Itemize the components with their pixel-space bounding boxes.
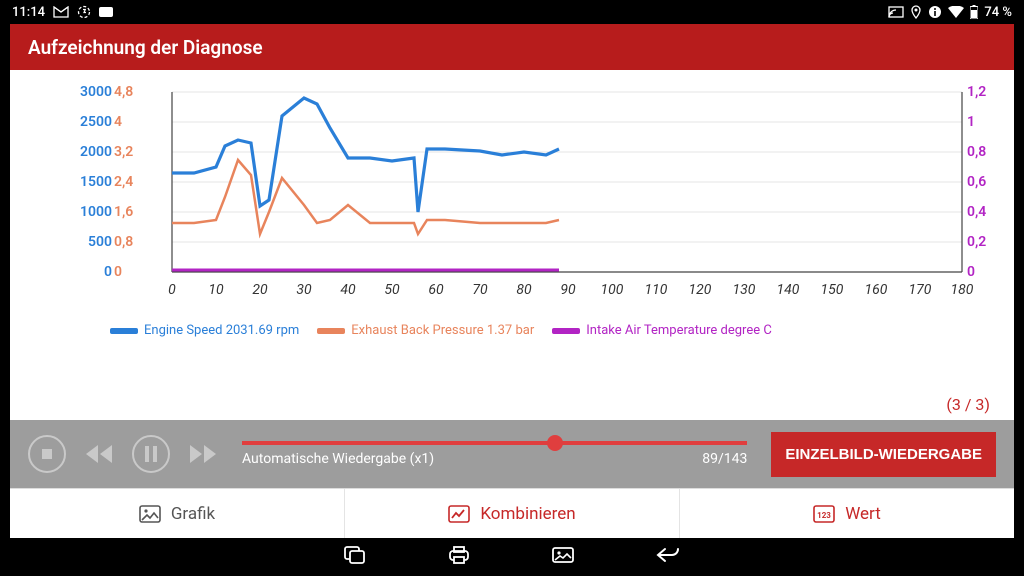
location-icon xyxy=(910,5,922,19)
chart-line-icon xyxy=(448,505,470,523)
svg-text:4: 4 xyxy=(114,114,122,130)
cast-icon xyxy=(888,6,904,18)
rec-icon xyxy=(99,7,113,17)
view-tabs: Grafik Kombinieren 123 Wert xyxy=(10,488,1014,538)
svg-text:130: 130 xyxy=(733,282,756,298)
battery-icon xyxy=(970,5,978,19)
svg-text:90: 90 xyxy=(560,282,576,298)
legend-item-exhaust-pressure: Exhaust Back Pressure 1.37 bar xyxy=(317,323,534,338)
svg-text:0: 0 xyxy=(114,264,122,280)
gmail-icon xyxy=(53,6,69,18)
svg-text:0,4: 0,4 xyxy=(967,204,986,220)
svg-text:1,6: 1,6 xyxy=(114,204,133,220)
svg-text:170: 170 xyxy=(909,282,932,298)
svg-text:4,8: 4,8 xyxy=(114,84,133,100)
frame-position: 89/143 xyxy=(702,451,747,467)
status-battery-pct: 74 % xyxy=(984,5,1012,20)
svg-text:0: 0 xyxy=(104,264,112,280)
gallery-icon[interactable] xyxy=(551,546,575,568)
playback-mode-label: Automatische Wiedergabe (x1) xyxy=(242,451,434,467)
wifi-icon xyxy=(948,6,964,18)
app-window: Aufzeichnung der Diagnose 3000 2 xyxy=(10,24,1014,538)
legend-swatch-orange xyxy=(317,328,345,334)
legend-swatch-blue xyxy=(110,328,138,334)
image-icon xyxy=(139,505,161,523)
rewind-button[interactable] xyxy=(84,443,114,465)
single-frame-playback-button[interactable]: EINZELBILD-WIEDERGABE xyxy=(771,432,996,477)
svg-text:10: 10 xyxy=(208,282,224,298)
tab-value[interactable]: 123 Wert xyxy=(680,489,1014,538)
svg-text:123: 123 xyxy=(817,511,831,520)
svg-text:60: 60 xyxy=(428,282,444,298)
svg-text:20: 20 xyxy=(252,282,268,298)
seek-slider[interactable]: Automatische Wiedergabe (x1) 89/143 xyxy=(236,441,753,467)
svg-text:40: 40 xyxy=(340,282,356,298)
legend-swatch-purple xyxy=(552,328,580,334)
svg-text:0,8: 0,8 xyxy=(114,234,133,250)
svg-text:30: 30 xyxy=(296,282,312,298)
pause-button[interactable] xyxy=(132,435,170,473)
svg-text:0,2: 0,2 xyxy=(967,234,986,250)
svg-text:3000: 3000 xyxy=(80,84,112,100)
playback-controls: Automatische Wiedergabe (x1) 89/143 EINZ… xyxy=(10,420,1014,488)
chart-legend: Engine Speed 2031.69 rpm Exhaust Back Pr… xyxy=(30,317,994,338)
status-time: 11:14 xyxy=(12,5,45,20)
back-icon[interactable] xyxy=(655,546,681,568)
forward-button[interactable] xyxy=(188,443,218,465)
page-title: Aufzeichnung der Diagnose xyxy=(28,36,263,59)
svg-text:70: 70 xyxy=(472,282,488,298)
svg-text:140: 140 xyxy=(777,282,800,298)
svg-text:50: 50 xyxy=(384,282,400,298)
svg-text:1000: 1000 xyxy=(80,204,112,220)
print-icon[interactable] xyxy=(447,545,471,569)
tab-combine[interactable]: Kombinieren xyxy=(345,489,680,538)
svg-text:110: 110 xyxy=(645,282,668,298)
svg-text:500: 500 xyxy=(88,234,112,250)
sync-icon xyxy=(77,5,91,19)
tab-value-label: Wert xyxy=(845,504,881,524)
svg-text:0: 0 xyxy=(168,282,176,298)
svg-text:150: 150 xyxy=(821,282,844,298)
svg-text:1: 1 xyxy=(967,114,975,130)
svg-text:3,2: 3,2 xyxy=(114,144,133,160)
svg-text:1,2: 1,2 xyxy=(967,84,986,100)
svg-text:0,6: 0,6 xyxy=(967,174,986,190)
seek-knob[interactable] xyxy=(547,435,563,451)
svg-text:160: 160 xyxy=(865,282,888,298)
svg-text:2000: 2000 xyxy=(80,144,112,160)
legend-item-intake-air-temp: Intake Air Temperature degree C xyxy=(552,323,772,338)
stop-button[interactable] xyxy=(28,435,66,473)
svg-text:0,8: 0,8 xyxy=(967,144,986,160)
chart-svg: 3000 2500 2000 1500 1000 500 0 4,8 4 3,2… xyxy=(30,82,994,317)
svg-text:180: 180 xyxy=(951,282,974,298)
legend-item-engine-speed: Engine Speed 2031.69 rpm xyxy=(110,323,299,338)
android-status-bar: 11:14 74 % xyxy=(0,0,1024,24)
app-header: Aufzeichnung der Diagnose xyxy=(10,24,1014,70)
tab-graphic-label: Grafik xyxy=(171,504,215,524)
tab-combine-label: Kombinieren xyxy=(480,504,575,524)
svg-text:2,4: 2,4 xyxy=(114,174,133,190)
svg-text:0: 0 xyxy=(967,264,975,280)
svg-text:1500: 1500 xyxy=(80,174,112,190)
chart-area: 3000 2500 2000 1500 1000 500 0 4,8 4 3,2… xyxy=(10,70,1014,420)
page-counter: (3 / 3) xyxy=(946,395,990,414)
tab-graphic[interactable]: Grafik xyxy=(10,489,345,538)
svg-text:2500: 2500 xyxy=(80,114,112,130)
numeric-icon: 123 xyxy=(813,505,835,523)
info-icon xyxy=(928,5,942,19)
android-nav-bar xyxy=(0,538,1024,576)
recents-icon[interactable] xyxy=(343,545,367,569)
svg-text:80: 80 xyxy=(516,282,532,298)
svg-text:100: 100 xyxy=(601,282,624,298)
svg-text:120: 120 xyxy=(689,282,712,298)
